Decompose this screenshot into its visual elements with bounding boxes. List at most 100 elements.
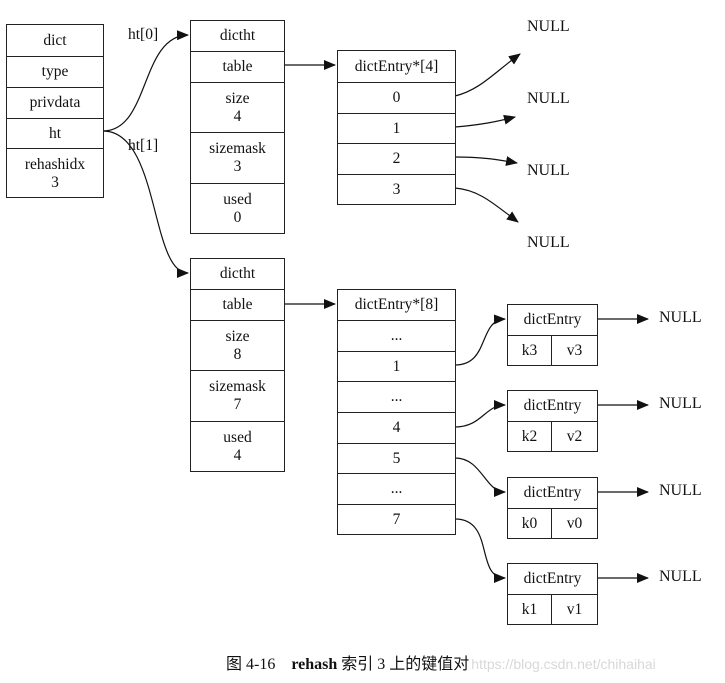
dict-entry-value: v1	[552, 594, 597, 624]
dict-entry-title-text: dictEntry	[523, 484, 582, 501]
dictht-table: table	[191, 289, 284, 320]
bucket-slot-index: 4	[392, 419, 401, 436]
bucket-slot: 4	[338, 412, 455, 443]
bucket-slot-index: ...	[390, 388, 403, 405]
dictht-title: dictht	[191, 21, 284, 51]
dict-field-dict: dict	[7, 25, 103, 56]
dict-field-label: ht	[48, 124, 62, 142]
bucket-slot-index: 1	[392, 357, 401, 375]
edge-ht0	[102, 30, 189, 132]
dict-field-rehashidx: rehashidx 3	[7, 148, 103, 198]
bucket-slot-index: 2	[392, 150, 401, 167]
dictht-size: size 8	[191, 320, 284, 370]
rehashidx-label: rehashidx	[24, 155, 86, 173]
caption-text: 索引 3 上的键值对	[341, 656, 470, 673]
dict-struct: dict type privdata ht rehashidx 3	[6, 24, 104, 198]
bucket-slot-index: 7	[392, 510, 401, 528]
null-label: NULL	[659, 395, 702, 412]
figure-number: 图 4-16	[226, 656, 276, 673]
sizemask-label: sizemask	[209, 140, 266, 157]
dict-entry-value: v2	[552, 421, 597, 451]
dict-entry-value: v3	[552, 335, 597, 365]
null-label: NULL	[527, 234, 570, 251]
dictht-table-text: table	[222, 58, 253, 75]
bucket-slot: 7	[338, 504, 455, 534]
dict-field-label: dict	[43, 31, 67, 49]
edge-slot1-entry	[454, 314, 506, 366]
watermark: https://blog.csdn.net/chihaihai	[471, 656, 656, 672]
sizemask-value: 7	[233, 396, 242, 413]
bucket-slot-index: 3	[392, 180, 401, 198]
dict-entry-title-text: dictEntry	[523, 311, 582, 328]
bucket-slot-index: 5	[392, 449, 401, 467]
dictht-1: dictht table size 8 sizemask 7 used 4	[190, 258, 285, 472]
rehashidx-value: 3	[51, 173, 59, 191]
null-label: NULL	[659, 568, 702, 585]
null-label: NULL	[527, 90, 570, 107]
edge-slot5-entry	[454, 457, 506, 497]
edge-label-ht0: ht[0]	[128, 26, 159, 43]
dictht-title-text: dictht	[219, 27, 256, 44]
bucket-slot: 1	[338, 113, 455, 143]
size-label: size	[225, 327, 250, 345]
dict-entry-node: dictEntry k0 v0	[507, 477, 598, 539]
dictht-table-text: table	[222, 296, 253, 313]
edge-slot3-null	[454, 187, 519, 223]
null-label: NULL	[659, 482, 702, 499]
figure-caption: 图 4-16 rehash 索引 3 上的键值对 https://blog.csd…	[226, 650, 656, 674]
dictht-table: table	[191, 51, 284, 82]
dict-entry-key: k2	[508, 421, 552, 451]
bucket-slot: ...	[338, 381, 455, 412]
dict-entry-title-text: dictEntry	[523, 397, 582, 414]
bucket-array-title: dictEntry*[8]	[338, 290, 455, 320]
null-label: NULL	[527, 162, 570, 179]
dict-entry-value: v0	[552, 508, 597, 538]
bucket-slot: 2	[338, 143, 455, 174]
bucket-slot: 1	[338, 351, 455, 381]
dict-entry-key: k3	[508, 335, 552, 365]
dictht-sizemask: sizemask 3	[191, 132, 284, 183]
size-label: size	[225, 89, 250, 107]
dict-field-label: privdata	[29, 94, 81, 111]
used-label: used	[223, 191, 252, 208]
edge-slot7-entry	[454, 518, 506, 583]
bucket-slot: 3	[338, 174, 455, 204]
bucket-slot-index: 0	[392, 89, 401, 106]
used-value: 4	[233, 447, 242, 464]
dict-entry-title: dictEntry	[508, 391, 597, 421]
dictht-title-text: dictht	[219, 265, 256, 282]
dict-entry-node: dictEntry k3 v3	[507, 304, 598, 366]
caption-bold: rehash	[291, 656, 338, 673]
bucket-array-title-text: dictEntry*[8]	[354, 296, 439, 313]
dict-entry-title: dictEntry	[508, 564, 597, 594]
bucket-slot: ...	[338, 473, 455, 504]
bucket-slot-index: ...	[390, 480, 403, 497]
null-label: NULL	[659, 309, 702, 326]
dict-field-ht: ht	[7, 118, 103, 148]
bucket-slot-index: 1	[392, 119, 401, 137]
dict-field-privdata: privdata	[7, 87, 103, 118]
sizemask-label: sizemask	[209, 378, 266, 395]
dict-entry-key: k0	[508, 508, 552, 538]
dict-entry-node: dictEntry k1 v1	[507, 563, 598, 625]
edge-label-ht1: ht[1]	[128, 137, 159, 154]
dict-entry-title: dictEntry	[508, 478, 597, 508]
bucket-array-title: dictEntry*[4]	[338, 51, 455, 82]
sizemask-value: 3	[233, 158, 242, 175]
edge-slot4-entry	[454, 400, 506, 428]
edge-slot2-null	[454, 156, 518, 166]
dictht-0: dictht table size 4 sizemask 3 used 0	[190, 20, 285, 234]
dictht-title: dictht	[191, 259, 284, 289]
null-label: NULL	[527, 18, 570, 35]
bucket-slot-index: ...	[390, 327, 403, 344]
bucket-slot: 5	[338, 443, 455, 473]
edge-slot1-null	[454, 114, 516, 128]
size-value: 4	[233, 107, 242, 125]
edge-slot0-null	[454, 53, 521, 97]
dict-entry-key: k1	[508, 594, 552, 624]
dict-field-label: type	[41, 63, 69, 80]
dictht-sizemask: sizemask 7	[191, 370, 284, 421]
dict-entry-node: dictEntry k2 v2	[507, 390, 598, 452]
used-label: used	[223, 429, 252, 446]
bucket-array-title-text: dictEntry*[4]	[354, 57, 439, 75]
